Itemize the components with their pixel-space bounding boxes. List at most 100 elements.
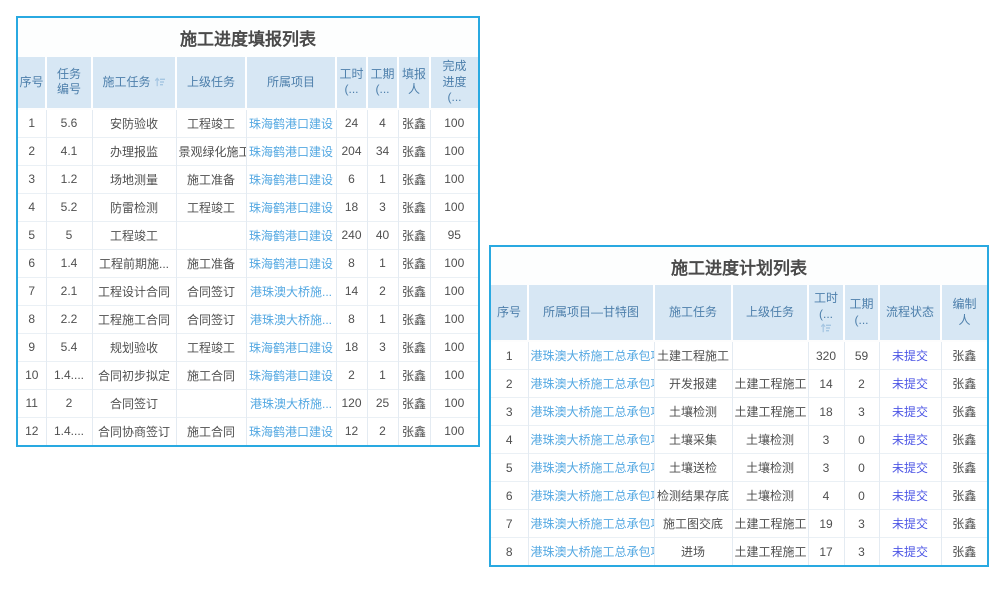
table-cell: 2.1 xyxy=(46,277,92,305)
table-cell: 未提交 xyxy=(879,510,941,538)
table-cell: 未提交 xyxy=(879,538,941,566)
project-link[interactable]: 港珠澳大桥施工总承包项目 xyxy=(531,377,655,391)
report-table-card: 施工进度填报列表 序号任务 编号施工任务上级任务所属项目工时 (...工期 (.… xyxy=(16,16,480,447)
table-cell: 24 xyxy=(336,109,367,138)
column-header-content: 编制 人 xyxy=(952,297,976,328)
project-link[interactable]: 港珠澳大桥施工总承包项目 xyxy=(531,545,655,559)
sort-icon[interactable] xyxy=(154,76,166,88)
column-header-label: 完成 进度 (... xyxy=(442,59,466,106)
table-cell: 8 xyxy=(18,305,46,333)
table-row: 24.1办理报监景观绿化施工珠海鹤港口建设20434张鑫100 xyxy=(18,137,478,165)
table-cell: 珠海鹤港口建设 xyxy=(246,193,336,221)
table-cell: 土壤检测 xyxy=(732,426,808,454)
project-link[interactable]: 珠海鹤港口建设 xyxy=(249,257,333,271)
project-link[interactable]: 港珠澳大桥施工总承包项目 xyxy=(531,489,655,503)
table-cell: 2.2 xyxy=(46,305,92,333)
column-header-content: 所属项目 xyxy=(267,75,315,91)
table-cell: 安防验收 xyxy=(92,109,176,138)
column-header-5: 工时 (... xyxy=(336,57,367,109)
project-link[interactable]: 珠海鹤港口建设 xyxy=(249,201,333,215)
column-header-1: 所属项目—甘特图 xyxy=(528,285,654,341)
table-cell: 5 xyxy=(491,454,528,482)
table-cell: 土建工程施工 xyxy=(732,398,808,426)
table-cell: 施工合同 xyxy=(176,361,246,389)
table-cell xyxy=(176,389,246,417)
table-cell: 3 xyxy=(808,454,844,482)
column-header-label: 施工任务 xyxy=(669,305,717,321)
table-cell: 4.1 xyxy=(46,137,92,165)
project-link[interactable]: 港珠澳大桥施... xyxy=(250,313,332,327)
table-cell: 4 xyxy=(491,426,528,454)
project-link[interactable]: 珠海鹤港口建设 xyxy=(249,369,333,383)
table-cell: 40 xyxy=(367,221,398,249)
project-link[interactable]: 珠海鹤港口建设 xyxy=(249,173,333,187)
column-header-label: 填报 人 xyxy=(402,67,426,98)
plan-header-row: 序号所属项目—甘特图施工任务上级任务工时 (...工期 (...流程状态编制 人 xyxy=(491,285,987,341)
table-row: 1港珠澳大桥施工总承包项目土建工程施工32059未提交张鑫 xyxy=(491,341,987,370)
column-header-label: 序号 xyxy=(19,75,43,91)
table-cell: 工程施工合同 xyxy=(92,305,176,333)
project-link[interactable]: 珠海鹤港口建设 xyxy=(249,145,333,159)
table-row: 101.4....合同初步拟定施工合同珠海鹤港口建设21张鑫100 xyxy=(18,361,478,389)
column-header-4[interactable]: 工时 (... xyxy=(808,285,844,341)
table-cell: 3 xyxy=(367,193,398,221)
table-cell xyxy=(732,341,808,370)
table-cell: 320 xyxy=(808,341,844,370)
status-link[interactable]: 未提交 xyxy=(892,377,928,391)
project-link[interactable]: 珠海鹤港口建设 xyxy=(249,341,333,355)
table-cell: 3 xyxy=(844,398,879,426)
table-cell: 张鑫 xyxy=(398,305,430,333)
project-link[interactable]: 港珠澳大桥施工总承包项目 xyxy=(531,433,655,447)
table-cell: 14 xyxy=(336,277,367,305)
table-cell: 12 xyxy=(18,417,46,445)
column-header-content: 所属项目—甘特图 xyxy=(543,305,639,321)
column-header-2: 施工任务 xyxy=(654,285,732,341)
status-link[interactable]: 未提交 xyxy=(892,349,928,363)
column-header-content: 任务 编号 xyxy=(57,67,81,98)
status-link[interactable]: 未提交 xyxy=(892,433,928,447)
report-table: 序号任务 编号施工任务上级任务所属项目工时 (...工期 (...填报 人完成 … xyxy=(18,57,478,445)
project-link[interactable]: 港珠澳大桥施... xyxy=(250,397,332,411)
table-cell: 张鑫 xyxy=(941,398,987,426)
project-link[interactable]: 珠海鹤港口建设 xyxy=(249,425,333,439)
table-cell: 港珠澳大桥施工总承包项目 xyxy=(528,426,654,454)
table-cell: 0 xyxy=(844,426,879,454)
table-cell: 合同签订 xyxy=(92,389,176,417)
table-cell: 合同初步拟定 xyxy=(92,361,176,389)
table-cell: 港珠澳大桥施... xyxy=(246,389,336,417)
project-link[interactable]: 港珠澳大桥施工总承包项目 xyxy=(531,405,655,419)
table-cell: 工程竣工 xyxy=(176,333,246,361)
table-cell: 土壤采集 xyxy=(654,426,732,454)
project-link[interactable]: 珠海鹤港口建设 xyxy=(249,229,333,243)
table-cell: 3 xyxy=(18,165,46,193)
project-link[interactable]: 珠海鹤港口建设 xyxy=(249,117,333,131)
column-header-2[interactable]: 施工任务 xyxy=(92,57,176,109)
status-link[interactable]: 未提交 xyxy=(892,405,928,419)
status-link[interactable]: 未提交 xyxy=(892,461,928,475)
table-cell: 开发报建 xyxy=(654,370,732,398)
table-cell: 合同协商签订 xyxy=(92,417,176,445)
table-cell xyxy=(176,221,246,249)
table-cell: 1 xyxy=(367,361,398,389)
table-cell: 检测结果存底 xyxy=(654,482,732,510)
column-header-content: 填报 人 xyxy=(402,67,426,98)
table-cell: 5 xyxy=(46,221,92,249)
project-link[interactable]: 港珠澳大桥施工总承包项目 xyxy=(531,349,655,363)
table-cell: 14 xyxy=(808,370,844,398)
sort-icon[interactable] xyxy=(820,322,832,334)
project-link[interactable]: 港珠澳大桥施工总承包项目 xyxy=(531,461,655,475)
project-link[interactable]: 港珠澳大桥施工总承包项目 xyxy=(531,517,655,531)
status-link[interactable]: 未提交 xyxy=(892,489,928,503)
table-cell: 合同签订 xyxy=(176,277,246,305)
table-cell: 1.4.... xyxy=(46,417,92,445)
table-cell: 100 xyxy=(430,277,478,305)
table-cell: 场地测量 xyxy=(92,165,176,193)
status-link[interactable]: 未提交 xyxy=(892,545,928,559)
status-link[interactable]: 未提交 xyxy=(892,517,928,531)
table-cell: 4 xyxy=(18,193,46,221)
project-link[interactable]: 港珠澳大桥施... xyxy=(250,285,332,299)
plan-table: 序号所属项目—甘特图施工任务上级任务工时 (...工期 (...流程状态编制 人… xyxy=(491,285,987,565)
table-cell: 张鑫 xyxy=(398,221,430,249)
table-cell: 张鑫 xyxy=(398,109,430,138)
column-header-6: 流程状态 xyxy=(879,285,941,341)
